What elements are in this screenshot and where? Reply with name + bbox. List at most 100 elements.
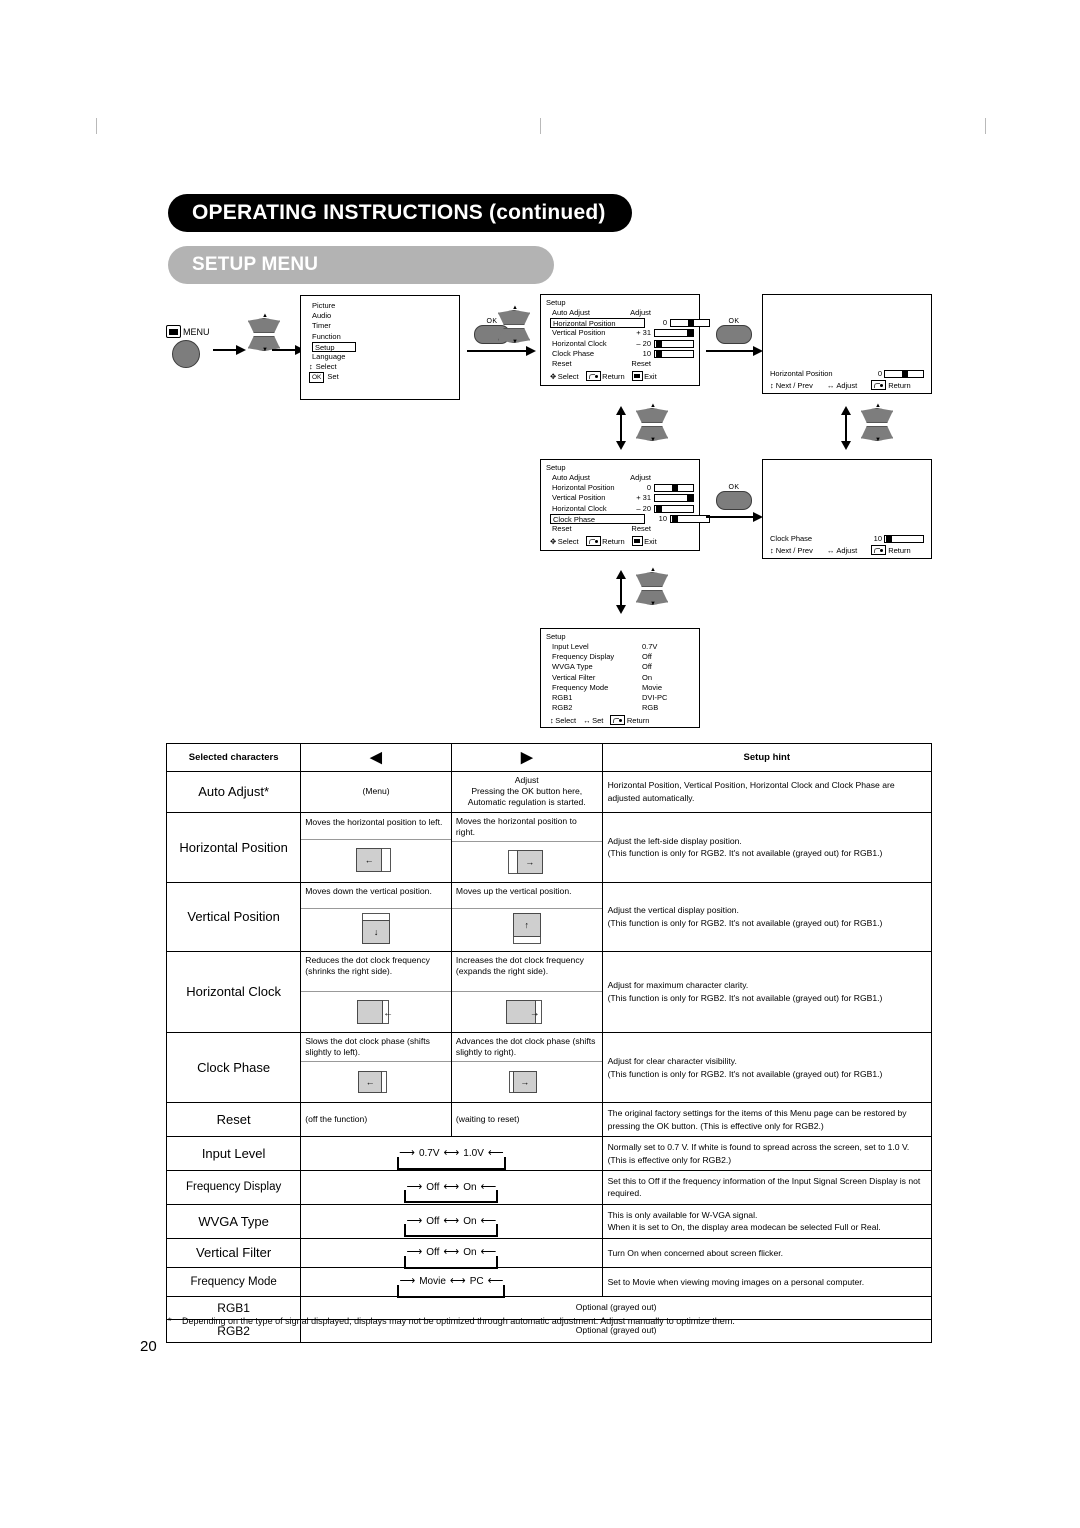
osd-row-horizontal-clock[interactable]: Horizontal Clock – 20 [546,504,694,514]
osd-row-frequency-mode[interactable]: Frequency Mode Movie [546,683,694,693]
osd-row-reset[interactable]: Reset Reset [546,359,694,369]
osd-menu-item[interactable]: Picture [306,301,454,311]
osd-menu-item-label: Picture [312,301,336,310]
row-hint-vertical-position: Adjust the vertical display position. (T… [601,881,933,952]
osd-row-value: 0.7V [642,642,658,651]
row-name-input-level: Input Level [165,1136,302,1172]
up-key[interactable] [248,318,280,333]
ok-button-pill[interactable] [716,491,752,510]
flow-arrow-vertical [616,570,626,614]
menu-button-circle[interactable] [172,340,200,368]
osd-menu-item[interactable]: Timer [306,321,454,331]
updown-rocker[interactable]: ▲ ▼ [636,403,668,443]
updown-rocker[interactable]: ▲ ▼ [861,403,893,443]
osd-row-bar[interactable] [654,494,694,503]
row-right-horizontal-clock: Increases the dot clock frequency (expan… [450,950,603,1033]
osd-row-reset[interactable]: Reset Reset [546,524,694,534]
osd-row-label: Vertical Position [552,328,606,338]
osd-row-clock-phase[interactable]: Clock Phase 10 [546,349,694,359]
up-tick-icon: ▲ [875,403,881,409]
header-right-arrow: ▶ [450,743,603,772]
row-loop-frequency-display: ⟶ Off ⟷ On ⟵ [300,1170,603,1205]
row-left-text: Moves down the vertical position. [301,883,451,909]
osd-row-value: Off [642,662,652,672]
osd-row-auto-adjust[interactable]: Auto Adjust Adjust [546,308,694,318]
flow-arrow-vertical [841,406,851,450]
osd-row-vertical-position[interactable]: Vertical Position + 31 [546,328,694,338]
menu-icon [166,325,181,338]
osd-row-vertical-filter[interactable]: Vertical Filter On [546,673,694,683]
menu-icon [631,371,643,382]
osd-setup-page2: Setup Input Level 0.7V Frequency Display O… [540,628,700,728]
osd-row-wvga-type[interactable]: WVGA Type Off [546,662,694,672]
osd-row-horizontal-position[interactable]: Horizontal Position 0 [546,483,694,493]
osd-row-rgb2[interactable]: RGB2 RGB [546,703,694,713]
osd-menu-item[interactable]: Audio [306,311,454,321]
osd-foot-select: ✥ Select [550,536,579,546]
osd-row-bar[interactable] [654,484,694,493]
row-name-frequency-display: Frequency Display [165,1170,302,1205]
updown-icon: ↕ [770,545,774,555]
ok-key-icon: OK [309,371,325,383]
osd-row-label: Reset [552,523,572,533]
updown-rocker[interactable]: ▲ ▼ [248,313,280,353]
row-left-reset: (off the function) [300,1102,452,1138]
return-icon [585,371,601,382]
osd-row-frequency-display[interactable]: Frequency Display Off [546,652,694,662]
row-left-text: Reduces the dot clock frequency (shrinks… [301,952,451,992]
menu-button-cap: MENU [166,325,210,338]
osd-menu-item[interactable]: Function [306,332,454,342]
osd-row-auto-adjust[interactable]: Auto Adjust Adjust [546,473,694,483]
ok-button-3[interactable]: OK [716,484,752,510]
menu-button[interactable]: MENU [166,325,210,368]
osd-row-bar[interactable] [670,319,710,328]
osd-row-bar[interactable] [654,504,694,513]
row-left-vertical-position: Moves down the vertical position. ↓ [300,881,452,952]
header-setup-hint: Setup hint [601,743,933,772]
osd-row-label: Auto Adjust [552,308,590,317]
osd-menu-item[interactable]: Language [306,352,454,362]
screen-phase-right-icon: → [452,1062,602,1102]
flow-arrow-right [272,345,305,355]
flow-arrow-right [213,345,246,355]
osd-row-label: Vertical Filter [552,672,596,682]
leftright-icon: ↔ [826,545,835,555]
up-key[interactable] [636,408,668,423]
osd-row-rgb1[interactable]: RGB1 DVI-PC [546,693,694,703]
osd-preview-return: Return [871,380,911,390]
osd-row-bar[interactable] [670,514,710,523]
osd-row-input-level[interactable]: Input Level 0.7V [546,642,694,652]
up-key[interactable] [861,408,893,423]
up-tick-icon: ▲ [262,313,268,319]
osd-foot-select: ✥ Select [550,371,579,381]
osd-row-bar[interactable] [654,329,694,338]
osd-row-horizontal-position[interactable]: Horizontal Position 0 [546,318,710,329]
osd-preview-bar[interactable] [884,369,924,378]
row-right-text: Moves the horizontal position to right. [451,813,602,842]
osd-row-bar[interactable] [654,339,694,348]
up-key[interactable] [498,310,530,325]
osd-footer: ↕ Select ↔ Set Return [546,713,694,726]
osd-preview-value: 0 [877,369,882,378]
osd-row-clock-phase-selected[interactable]: Clock Phase 10 [546,513,710,524]
updown-icon: ↕ [770,380,774,390]
osd-row-vertical-position[interactable]: Vertical Position + 31 [546,493,694,503]
ok-button-2[interactable]: OK [716,318,752,344]
osd-setup-horizontal-position: Setup Auto Adjust Adjust Horizontal Posi… [540,294,710,386]
updown-rocker[interactable]: ▲ ▼ [636,567,668,607]
osd-menu-set-hint: OK Set [306,371,454,383]
table-row: Frequency Mode ⟶ Movie ⟷ PC ⟵ Set to Mov… [165,1266,933,1298]
row-left-horizontal-position: Moves the horizontal position to left. ← [300,811,452,883]
osd-preview-horizontal-position: Horizontal Position 0 ↕ Next / Prev ↔ Adju… [762,294,932,394]
updown-rocker[interactable]: ▲ ▼ [498,305,530,345]
up-key[interactable] [636,572,668,587]
osd-menu-item-selected[interactable]: Setup [308,341,454,352]
osd-row-bar[interactable] [654,349,694,358]
osd-preview-bar[interactable] [884,534,924,543]
osd-row-horizontal-clock[interactable]: Horizontal Clock – 20 [546,339,694,349]
osd-row-value: 10 [658,513,667,523]
osd-preview-label: Horizontal Position [770,369,833,378]
osd-setup-rows: Auto Adjust Adjust Horizontal Position 0… [541,473,710,547]
ok-button-pill[interactable] [716,325,752,344]
osd-row-value: Reset [631,358,651,368]
